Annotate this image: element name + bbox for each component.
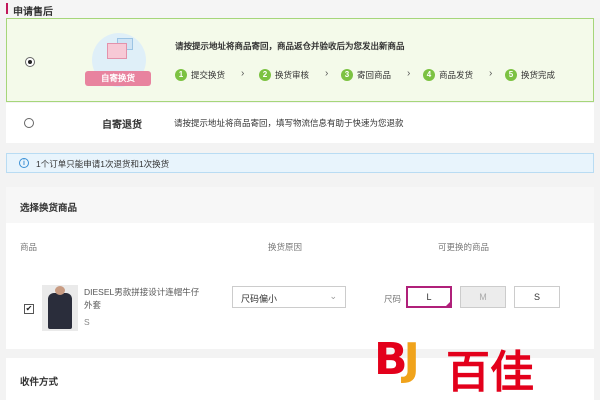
header-accent-bar: [6, 3, 8, 14]
step-number: 2: [259, 69, 271, 81]
product-thumbnail[interactable]: [42, 285, 78, 331]
exchange-badge-icon: 自寄换货: [85, 31, 151, 97]
step-4: 4 商品发货: [423, 68, 473, 82]
watermark-text: 百佳: [446, 347, 534, 398]
column-header-options: 可更换的商品: [438, 242, 490, 252]
step-number: 5: [505, 69, 517, 81]
limit-notice: i 1个订单只能申请1次退货和1次换货: [6, 153, 594, 173]
section-header: 选择换货商品: [6, 187, 594, 223]
step-5: 5 换货完成: [505, 68, 555, 82]
section-title: 选择换货商品: [20, 203, 78, 214]
step-label: 商品发货: [439, 70, 474, 80]
return-description: 请按提示地址将商品寄回，填写物流信息有助于快速为您退款: [174, 118, 404, 128]
product-size: S: [84, 317, 90, 327]
exchange-reason-select[interactable]: 尺码偏小 ⌄: [232, 286, 346, 308]
chevron-right-icon: ›: [407, 68, 411, 79]
chevron-down-icon: ⌄: [329, 291, 337, 301]
chevron-right-icon: ›: [241, 68, 245, 79]
column-header-reason: 换货原因: [268, 242, 303, 252]
model-head: [55, 286, 65, 295]
step-label: 提交换货: [191, 70, 226, 80]
chevron-right-icon: ›: [489, 68, 493, 79]
step-label: 换货审核: [275, 70, 310, 80]
info-icon: i: [19, 158, 29, 168]
product-name[interactable]: DIESEL男款拼接设计连帽牛仔外套: [84, 286, 204, 312]
page-header: 申请售后: [0, 0, 600, 18]
exchange-radio[interactable]: [25, 57, 35, 67]
step-label: 寄回商品: [357, 70, 392, 80]
step-label: 换货完成: [521, 70, 556, 80]
page-title: 申请售后: [13, 7, 53, 18]
step-1: 1 提交换货: [175, 68, 225, 82]
exchange-description: 请按提示地址将商品寄回，商品返仓并验收后为您发出新商品: [175, 41, 405, 51]
notice-text: 1个订单只能申请1次退货和1次换货: [36, 159, 170, 169]
option-self-exchange[interactable]: 自寄换货 请按提示地址将商品寄回，商品返仓并验收后为您发出新商品 1 提交换货 …: [6, 18, 594, 102]
size-option-s[interactable]: S: [514, 286, 560, 308]
item-checkbox[interactable]: ✔: [24, 304, 34, 314]
watermark-logo-mark: BJ: [374, 334, 420, 385]
exchange-item-section: 选择换货商品 商品 换货原因 可更换的商品 ✔ DIESEL男款拼接设计连帽牛仔…: [6, 187, 594, 349]
step-number: 3: [341, 69, 353, 81]
chevron-right-icon: ›: [325, 68, 329, 79]
column-header-product: 商品: [20, 242, 38, 252]
shipping-title: 收件方式: [20, 377, 59, 388]
step-number: 4: [423, 69, 435, 81]
return-radio[interactable]: [24, 118, 34, 128]
step-number: 1: [175, 69, 187, 81]
option-self-return[interactable]: 自寄退货 请按提示地址将商品寄回，填写物流信息有助于快速为您退款: [6, 103, 594, 143]
watermark-logo: BJ 百佳: [374, 330, 584, 398]
step-3: 3 寄回商品: [341, 68, 391, 82]
jacket-image: [48, 293, 72, 329]
selected-reason: 尺码偏小: [241, 294, 278, 304]
return-option-name: 自寄退货: [102, 120, 142, 131]
step-2: 2 换货审核: [259, 68, 309, 82]
badge-label: 自寄换货: [85, 71, 151, 86]
size-option-l[interactable]: L: [406, 286, 452, 308]
size-label: 尺码: [384, 294, 402, 304]
size-option-m: M: [460, 286, 506, 308]
gift-box-icon: [107, 43, 127, 59]
